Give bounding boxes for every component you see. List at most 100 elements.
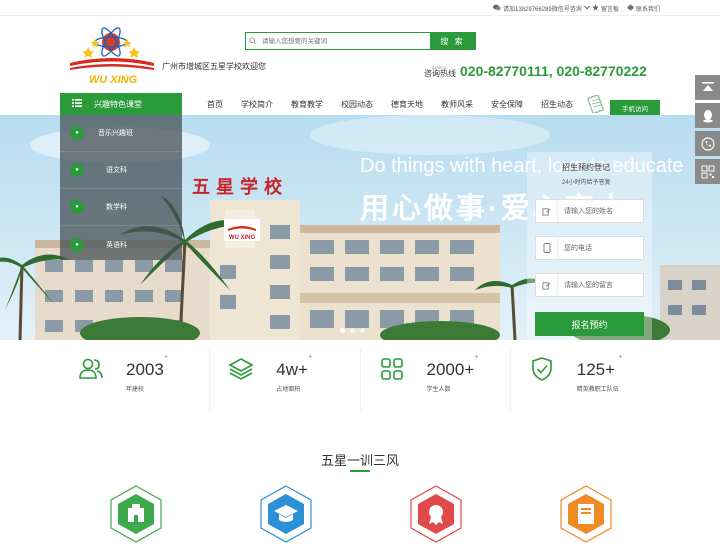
nav-item-home[interactable]: 首页 <box>198 99 232 110</box>
category-icon: ● <box>70 200 84 214</box>
stat-label: 占地面积 <box>276 387 301 393</box>
section-underline <box>350 470 370 472</box>
top-bar: 请加13829766289微信号咨询 留言板 联系我们 <box>0 0 720 16</box>
sidebar-item-label: 语文科 <box>106 167 127 174</box>
name-field[interactable]: 请输入您的姓名 <box>535 199 644 223</box>
name-placeholder: 请输入您的姓名 <box>564 208 613 215</box>
category-sidebar: ● 音乐兴趣班 ● 语文科 ● 数学科 ● 英语科 <box>60 115 182 260</box>
category-icon: ● <box>70 126 84 140</box>
stat-plus: + <box>474 354 479 361</box>
stat-plus: + <box>308 354 313 361</box>
category-menu-label: 兴趣特色课堂 <box>94 99 142 109</box>
message-placeholder: 请输入您的留言 <box>564 282 613 289</box>
sidebar-item-music[interactable]: ● 音乐兴趣班 <box>60 115 182 152</box>
sidebar-item-chinese[interactable]: ● 语文科 <box>60 152 182 189</box>
stat-item: 125+ + 精英教职工队伍 <box>511 348 660 410</box>
school-logo[interactable]: WU XING <box>66 25 160 91</box>
phone-field[interactable]: 您的电话 <box>535 236 644 260</box>
category-menu-button[interactable]: 兴趣特色课堂 <box>60 93 182 115</box>
hex-building-icon[interactable] <box>108 484 164 544</box>
list-icon <box>72 99 82 109</box>
chat-icon[interactable] <box>695 103 720 128</box>
carousel-dots <box>340 328 365 333</box>
form-subtitle: 24小时内给予答复 <box>562 180 611 186</box>
nav-item-admission[interactable]: 招生动态 <box>532 99 582 110</box>
carousel-dot[interactable] <box>360 328 365 333</box>
people-icon <box>78 356 104 382</box>
stat-label: 学生人数 <box>426 387 451 393</box>
hotline-label-wrap: ADVICE 咨询热线 <box>424 65 456 79</box>
search-bar: 搜 索 <box>245 32 476 50</box>
stats-row: 2003 + 年建校 4w+ + 占地面积 2000+ + 学生人数 125+ … <box>60 340 660 428</box>
nav-item-teachers[interactable]: 教师风采 <box>432 99 482 110</box>
search-icon <box>246 33 260 49</box>
carousel-dot[interactable] <box>340 328 345 333</box>
wechat-text: 请加13829766289微信号咨询 <box>503 7 582 13</box>
stat-item: 2003 + 年建校 <box>60 348 211 410</box>
enrollment-form: 招生预约登记 24小时内给予答复 请输入您的姓名 您的电话 请输入您的留言 报名… <box>527 152 652 340</box>
building-sign: 五星学校 <box>192 176 288 198</box>
category-icon: ● <box>70 237 84 252</box>
nav-item-about[interactable]: 学校简介 <box>232 99 282 110</box>
grid-icon <box>379 356 405 382</box>
stat-value: 125+ <box>576 360 616 379</box>
floating-sidebar <box>695 75 720 187</box>
wechat-link[interactable]: 请加13829766289微信号咨询 <box>493 4 590 13</box>
stat-item: 2000+ + 学生人数 <box>361 348 511 410</box>
sidebar-item-math[interactable]: ● 数学科 <box>60 189 182 226</box>
stat-plus: + <box>618 354 623 361</box>
star-icon <box>592 4 599 13</box>
submit-button[interactable]: 报名预约 <box>535 312 644 336</box>
carousel-dot[interactable] <box>350 328 355 333</box>
message-board-link[interactable]: 留言板 <box>592 4 619 13</box>
stat-value: 2000+ <box>426 360 475 379</box>
building-logo-text: WU XING <box>229 235 256 241</box>
hotline-numbers: 020-82770111, 020-82770222 <box>460 63 647 79</box>
category-icon: ● <box>70 163 84 177</box>
edit-icon <box>536 200 558 222</box>
sidebar-item-label: 音乐兴趣班 <box>98 130 133 137</box>
sidebar-item-label: 英语科 <box>106 241 127 249</box>
back-to-top-icon[interactable] <box>695 75 720 100</box>
header: WU XING 广州市增城区五星学校欢迎您 搜 索 ADVICE 咨询热线 02… <box>0 17 720 93</box>
print-icon <box>627 4 634 13</box>
message-field[interactable]: 请输入您的留言 <box>535 273 644 297</box>
stat-value: 4w+ <box>276 360 308 379</box>
nav-item-moral[interactable]: 德育天地 <box>382 99 432 110</box>
nav-item-news[interactable]: 校园动态 <box>332 99 382 110</box>
edit-icon <box>536 274 558 296</box>
welcome-text: 广州市增城区五星学校欢迎您 <box>162 62 266 71</box>
nav-item-safety[interactable]: 安全保障 <box>482 99 532 110</box>
contact-link[interactable]: 联系我们 <box>627 4 660 13</box>
stat-value: 2003 <box>126 360 164 379</box>
mobile-access-button[interactable]: 手机访问 <box>610 100 660 115</box>
stat-label: 年建校 <box>126 387 145 393</box>
stat-item: 4w+ + 占地面积 <box>210 348 361 410</box>
chevron-down-icon <box>583 5 590 12</box>
telephone-icon[interactable] <box>695 131 720 156</box>
layers-icon <box>228 356 254 382</box>
stat-plus: + <box>164 354 169 361</box>
search-button[interactable]: 搜 索 <box>430 33 475 49</box>
search-input[interactable] <box>260 33 430 49</box>
contact-text: 联系我们 <box>636 7 661 13</box>
qr-code-icon[interactable] <box>695 159 720 184</box>
hex-book-icon[interactable] <box>558 484 614 544</box>
hotline-small-text: ADVICE <box>432 65 447 70</box>
wechat-icon <box>493 4 501 13</box>
form-title: 招生预约登记 <box>562 163 610 172</box>
stat-label: 精英教职工队伍 <box>576 387 619 393</box>
sidebar-item-english[interactable]: ● 英语科 <box>60 226 182 263</box>
phone-icon <box>536 237 558 259</box>
nav-menu: 首页 学校简介 教育教学 校园动态 德育天地 教师风采 安全保障 招生动态 <box>198 93 582 115</box>
sidebar-item-label: 数学科 <box>106 204 127 211</box>
nav-item-teaching[interactable]: 教育教学 <box>282 99 332 110</box>
hex-graduation-icon[interactable] <box>258 484 314 544</box>
hex-medal-icon[interactable] <box>408 484 464 544</box>
section-title: 五星一训三风 <box>320 453 399 468</box>
shield-check-icon <box>529 356 555 382</box>
main-nav: 兴趣特色课堂 首页 学校简介 教育教学 校园动态 德育天地 教师风采 安全保障 … <box>0 93 720 115</box>
logo-text: WU XING <box>89 74 138 86</box>
hotline: ADVICE 咨询热线 020-82770111, 020-82770222 <box>424 63 647 79</box>
phone-placeholder: 您的电话 <box>564 245 592 252</box>
